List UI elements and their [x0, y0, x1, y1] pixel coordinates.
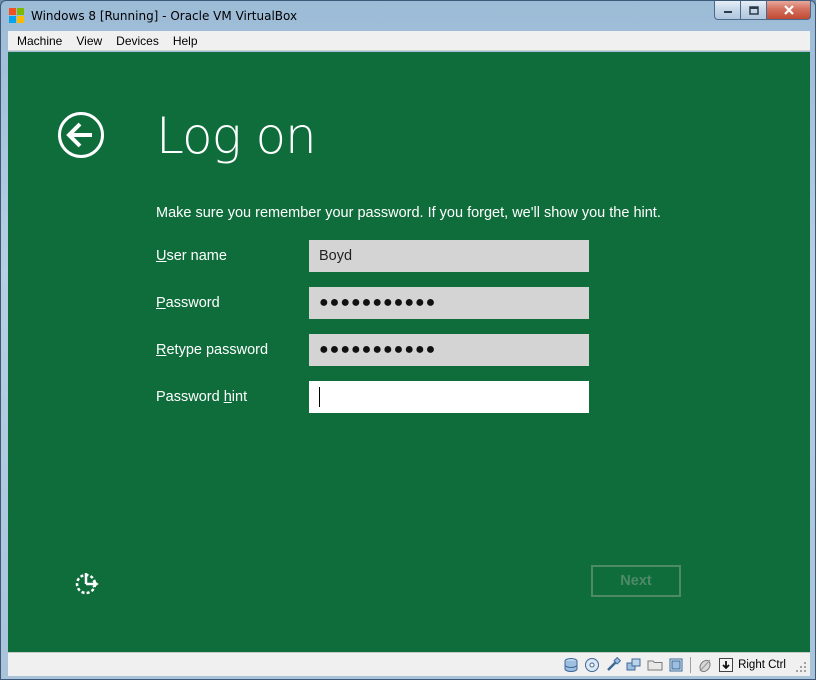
- page-title: Log on: [156, 107, 317, 165]
- host-key-icon: [717, 656, 735, 674]
- ease-of-access-icon[interactable]: [74, 570, 100, 596]
- instructions-text: Make sure you remember your password. If…: [156, 205, 661, 221]
- menu-devices[interactable]: Devices: [109, 34, 166, 48]
- menu-machine[interactable]: Machine: [10, 34, 69, 48]
- password-hint-label: Password hint: [156, 389, 248, 405]
- back-arrow-icon: [58, 112, 104, 158]
- password-field[interactable]: ●●●●●●●●●●●: [309, 287, 589, 319]
- vm-display[interactable]: Log on Make sure you remember your passw…: [8, 52, 810, 652]
- network-icon[interactable]: [625, 656, 643, 674]
- window-title: Windows 8 [Running] - Oracle VM VirtualB…: [31, 9, 298, 23]
- password-label: Password: [156, 295, 220, 311]
- next-button[interactable]: Next: [591, 565, 681, 597]
- window-controls: [714, 1, 811, 21]
- menu-help[interactable]: Help: [166, 34, 205, 48]
- host-key-label: Right Ctrl: [738, 659, 786, 671]
- username-value: Boyd: [319, 248, 353, 264]
- resize-grip-icon[interactable]: [795, 661, 807, 673]
- close-icon: [783, 5, 794, 15]
- retype-password-label: Retype password: [156, 342, 269, 358]
- password-value: ●●●●●●●●●●●: [319, 294, 437, 311]
- mouse-integration-icon[interactable]: [696, 656, 714, 674]
- close-button[interactable]: [767, 1, 811, 20]
- minimize-icon: [723, 11, 732, 13]
- status-indicators: Right Ctrl: [559, 655, 786, 675]
- optical-disk-icon[interactable]: [583, 656, 601, 674]
- retype-password-value: ●●●●●●●●●●●: [319, 341, 437, 358]
- video-capture-icon[interactable]: [667, 656, 685, 674]
- minimize-button[interactable]: [714, 1, 741, 20]
- menu-bar: Machine View Devices Help: [8, 31, 810, 51]
- status-separator: [690, 657, 692, 673]
- maximize-icon: [748, 5, 759, 15]
- username-label: User name: [156, 248, 227, 264]
- maximize-button[interactable]: [741, 1, 767, 20]
- shared-folder-icon[interactable]: [646, 656, 664, 674]
- back-arrow-button[interactable]: [57, 111, 105, 159]
- text-caret: [319, 387, 320, 407]
- status-bar: Right Ctrl: [8, 652, 810, 676]
- password-hint-field[interactable]: [309, 381, 589, 413]
- menu-view[interactable]: View: [69, 34, 109, 48]
- virtualbox-app-icon: [9, 8, 24, 23]
- hard-disk-icon[interactable]: [562, 656, 580, 674]
- usb-icon[interactable]: [604, 656, 622, 674]
- virtualbox-window: Windows 8 [Running] - Oracle VM VirtualB…: [0, 0, 816, 680]
- retype-password-field[interactable]: ●●●●●●●●●●●: [309, 334, 589, 366]
- username-field[interactable]: Boyd: [309, 240, 589, 272]
- title-bar[interactable]: Windows 8 [Running] - Oracle VM VirtualB…: [1, 1, 816, 31]
